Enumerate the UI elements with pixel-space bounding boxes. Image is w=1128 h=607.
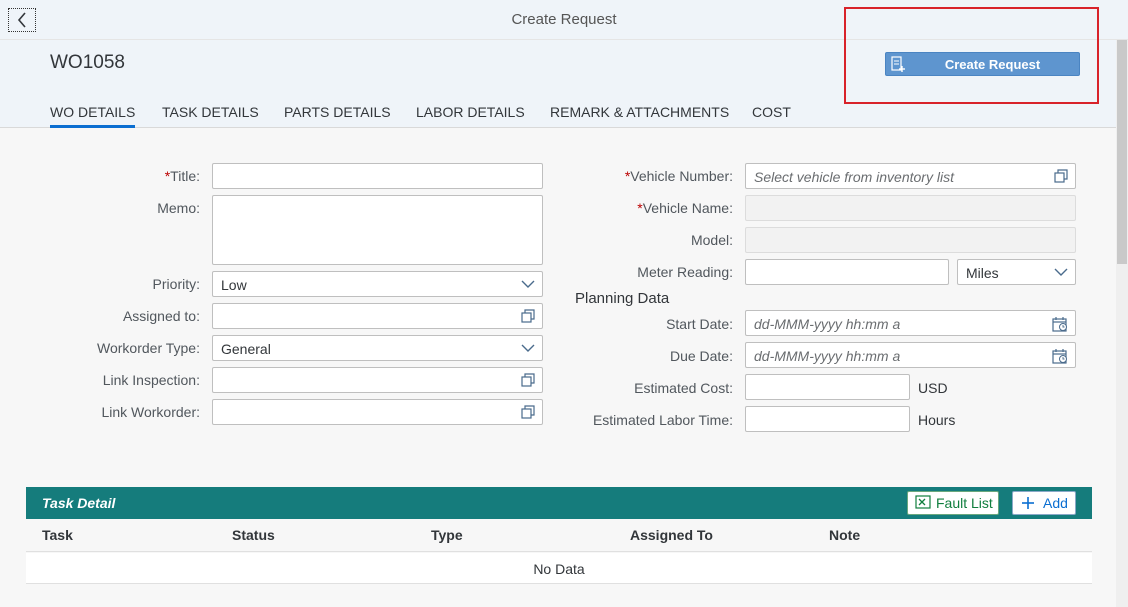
tab-cost[interactable]: COST <box>752 104 791 128</box>
task-detail-title: Task Detail <box>42 495 116 511</box>
start-date-input[interactable]: dd-MMM-yyyy hh:mm a <box>745 310 1076 336</box>
meter-unit-value: Miles <box>966 265 999 281</box>
estimated-cost-input[interactable] <box>745 374 910 400</box>
calendar-icon[interactable] <box>1052 316 1068 335</box>
meter-unit-select[interactable]: Miles <box>957 259 1076 285</box>
column-header-task[interactable]: Task <box>42 527 73 543</box>
column-header-status[interactable]: Status <box>232 527 275 543</box>
workorder-type-label: Workorder Type: <box>97 340 200 356</box>
link-workorder-input[interactable] <box>212 399 543 425</box>
assigned-to-label: Assigned to: <box>122 308 200 324</box>
calendar-icon[interactable] <box>1052 348 1068 367</box>
meter-reading-label: Meter Reading: <box>637 264 733 280</box>
add-task-button[interactable]: Add <box>1012 491 1076 515</box>
chevron-down-icon <box>521 277 535 294</box>
priority-value: Low <box>221 277 247 293</box>
planning-data-title: Planning Data <box>575 290 670 307</box>
shell-bar: Create Request <box>0 0 1128 40</box>
model-label: Model: <box>690 232 733 248</box>
task-table-header: Task Status Type Assigned To Note <box>26 519 1092 552</box>
start-date-label: Start Date: <box>666 316 733 332</box>
no-data-text: No Data <box>533 561 585 577</box>
column-header-assigned-to[interactable]: Assigned To <box>630 527 713 543</box>
value-help-icon[interactable] <box>521 405 535 422</box>
object-header: WO1058 Create Request WO DETAILS TASK DE… <box>0 40 1116 128</box>
memo-label: Memo: <box>157 200 200 216</box>
due-date-label: Due Date: <box>669 348 733 364</box>
value-help-icon[interactable] <box>1054 169 1068 186</box>
create-request-label: Create Request <box>944 57 1041 72</box>
workorder-type-select[interactable]: General <box>212 335 543 361</box>
vehicle-number-placeholder: Select vehicle from inventory list <box>754 169 954 185</box>
estimated-labor-input[interactable] <box>745 406 910 432</box>
tab-labor-details[interactable]: LABOR DETAILS <box>416 104 525 128</box>
add-label: Add <box>1043 495 1068 511</box>
priority-select[interactable]: Low <box>212 271 543 297</box>
scrollbar-thumb[interactable] <box>1117 40 1127 264</box>
plus-icon <box>1021 496 1035 513</box>
column-header-note[interactable]: Note <box>829 527 860 543</box>
link-workorder-label: Link Workorder: <box>101 404 200 420</box>
link-inspection-label: Link Inspection: <box>102 372 200 388</box>
assigned-to-input[interactable] <box>212 303 543 329</box>
excel-icon <box>915 495 931 514</box>
value-help-icon[interactable] <box>521 373 535 390</box>
estimated-labor-label: Estimated Labor Time: <box>592 412 733 428</box>
tab-wo-details[interactable]: WO DETAILS <box>50 104 136 128</box>
vehicle-name-label: *Vehicle Name: <box>637 200 733 216</box>
workorder-id: WO1058 <box>50 52 125 73</box>
workorder-type-value: General <box>221 341 271 357</box>
task-table-body: No Data <box>26 553 1092 584</box>
title-input[interactable] <box>212 163 543 189</box>
page-title: Create Request <box>511 11 617 28</box>
link-inspection-input[interactable] <box>212 367 543 393</box>
cost-unit: USD <box>918 380 948 396</box>
task-detail-toolbar: Task Detail Fault List Add <box>26 487 1092 519</box>
meter-reading-input[interactable] <box>745 259 949 285</box>
chevron-down-icon <box>1054 265 1068 282</box>
tab-parts-details[interactable]: PARTS DETAILS <box>284 104 391 128</box>
labor-unit: Hours <box>918 412 956 428</box>
value-help-icon[interactable] <box>521 309 535 326</box>
title-label: *Title: <box>164 168 200 184</box>
vehicle-number-label: *Vehicle Number: <box>624 168 733 184</box>
vehicle-number-input[interactable]: Select vehicle from inventory list <box>745 163 1076 189</box>
vehicle-name-input <box>745 195 1076 221</box>
tab-task-details[interactable]: TASK DETAILS <box>162 104 259 128</box>
priority-label: Priority: <box>152 276 200 292</box>
memo-textarea[interactable] <box>212 195 543 265</box>
model-input <box>745 227 1076 253</box>
fault-list-button[interactable]: Fault List <box>907 491 999 515</box>
vertical-scrollbar[interactable] <box>1116 40 1128 607</box>
tab-remark-attachments[interactable]: REMARK & ATTACHMENTS <box>550 104 729 128</box>
estimated-cost-label: Estimated Cost: <box>634 380 733 396</box>
create-request-button[interactable]: Create Request <box>885 52 1080 76</box>
column-header-type[interactable]: Type <box>431 527 463 543</box>
chevron-down-icon <box>521 341 535 358</box>
fault-list-label: Fault List <box>936 495 993 511</box>
due-date-input[interactable]: dd-MMM-yyyy hh:mm a <box>745 342 1076 368</box>
